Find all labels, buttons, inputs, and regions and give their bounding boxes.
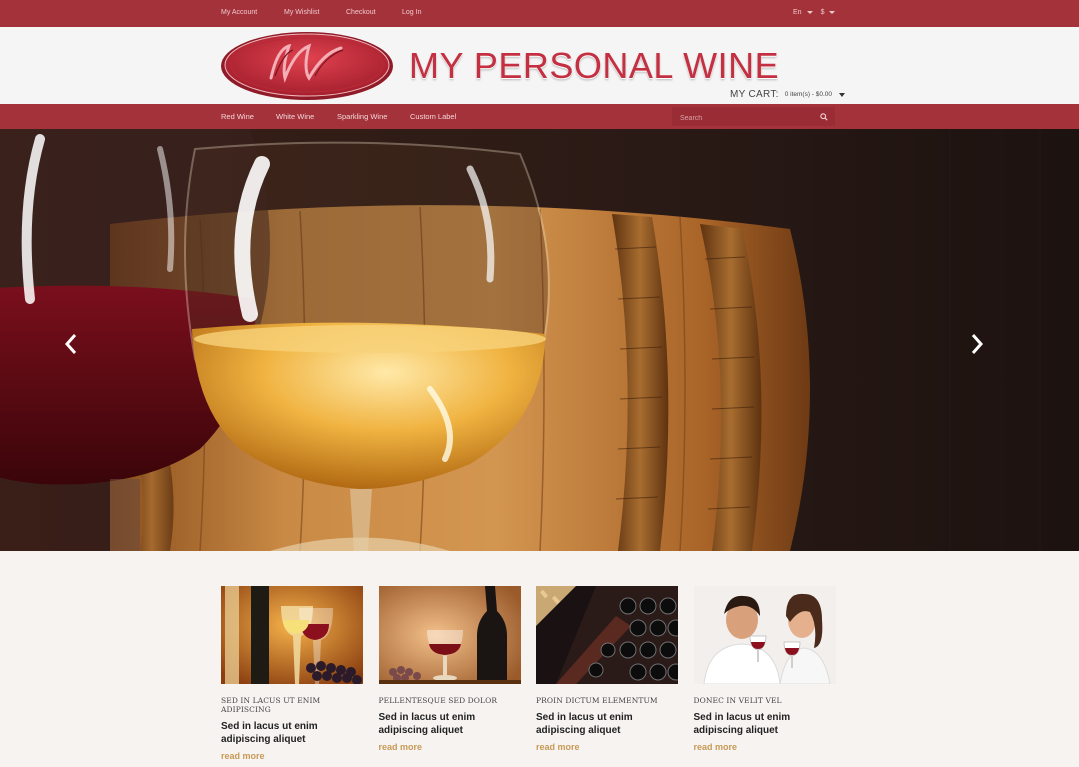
- post-thumbnail[interactable]: [536, 586, 685, 684]
- post-card: PROIN DICTUM ELEMENTUM Sed in lacus ut e…: [536, 586, 685, 764]
- blog-posts: SED IN LACUS UT ENIM ADIPISCING Sed in l…: [221, 586, 836, 764]
- nav-item-sparkling-wine[interactable]: Sparkling Wine: [337, 112, 410, 121]
- nav-item-custom-label[interactable]: Custom Label: [410, 112, 470, 121]
- cart-label: MY CART:: [730, 89, 779, 100]
- post-card: PELLENTESQUE SED DOLOR Sed in lacus ut e…: [378, 586, 521, 764]
- post-category: SED IN LACUS UT ENIM ADIPISCING: [221, 696, 321, 714]
- main-nav: Red Wine White Wine Sparkling Wine Custo…: [0, 104, 1079, 129]
- login-link[interactable]: Log In: [402, 9, 442, 16]
- top-bar: My Account My Wishlist Checkout Log In E…: [0, 0, 1079, 27]
- my-wishlist-link[interactable]: My Wishlist: [284, 9, 346, 16]
- read-more-link[interactable]: read more: [536, 742, 580, 752]
- my-account-link[interactable]: My Account: [221, 9, 284, 16]
- post-title[interactable]: Sed in lacus ut enim adipiscing aliquet: [379, 711, 521, 737]
- read-more-link[interactable]: read more: [694, 742, 738, 752]
- post-thumbnail[interactable]: [221, 586, 363, 685]
- language-caret-icon[interactable]: [806, 11, 813, 14]
- category-menu: Red Wine White Wine Sparkling Wine Custo…: [221, 112, 470, 121]
- locale-switchers: En $: [793, 9, 843, 16]
- language-select[interactable]: En: [793, 9, 802, 16]
- logo-emblem[interactable]: MW: [219, 30, 395, 102]
- hero-image: [0, 129, 1079, 551]
- checkout-link[interactable]: Checkout: [346, 9, 402, 16]
- cart-dropdown-icon[interactable]: [839, 92, 846, 97]
- account-links: My Account My Wishlist Checkout Log In: [221, 9, 442, 16]
- nav-item-red-wine[interactable]: Red Wine: [221, 112, 276, 121]
- currency-select[interactable]: $: [821, 9, 825, 16]
- chevron-right-icon[interactable]: [969, 332, 985, 356]
- post-title[interactable]: Sed in lacus ut enim adipiscing aliquet: [536, 711, 678, 737]
- cart-summary: 0 item(s) - $0.00: [784, 91, 833, 98]
- post-thumbnail[interactable]: [693, 586, 836, 685]
- hero-slider: [0, 129, 1079, 551]
- language-value: En: [793, 9, 802, 16]
- read-more-link[interactable]: read more: [379, 742, 423, 752]
- search-box: [672, 107, 835, 128]
- post-category: PROIN DICTUM ELEMENTUM: [536, 696, 658, 705]
- chevron-left-icon[interactable]: [63, 332, 79, 356]
- post-category: DONEC IN VELIT VEL: [693, 696, 782, 705]
- read-more-link[interactable]: read more: [221, 751, 265, 761]
- search-icon[interactable]: [820, 113, 828, 121]
- search-input[interactable]: [672, 109, 812, 128]
- post-title[interactable]: Sed in lacus ut enim adipiscing aliquet: [221, 720, 363, 746]
- post-card: SED IN LACUS UT ENIM ADIPISCING Sed in l…: [221, 586, 363, 764]
- site-header: MW MY PERSONAL WINE MY CART: 0 item(s) -…: [0, 27, 1079, 104]
- post-card: DONEC IN VELIT VEL Sed in lacus ut enim …: [693, 586, 836, 764]
- brand-name[interactable]: MY PERSONAL WINE: [409, 45, 779, 87]
- post-category: PELLENTESQUE SED DOLOR: [378, 696, 498, 705]
- post-title[interactable]: Sed in lacus ut enim adipiscing aliquet: [694, 711, 836, 737]
- mini-cart[interactable]: MY CART: 0 item(s) - $0.00: [730, 89, 846, 100]
- nav-item-white-wine[interactable]: White Wine: [276, 112, 337, 121]
- post-thumbnail[interactable]: [378, 586, 521, 684]
- currency-caret-icon[interactable]: [829, 11, 836, 14]
- currency-value: $: [820, 9, 825, 16]
